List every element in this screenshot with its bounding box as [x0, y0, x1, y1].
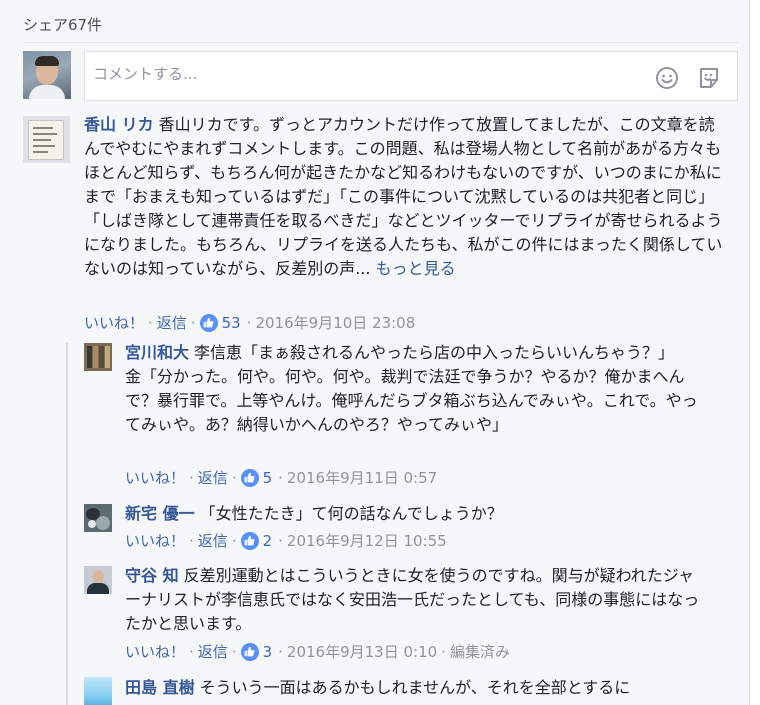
see-more-link[interactable]: もっと見る	[376, 259, 456, 278]
comment-text: 李信恵「まぁ殺されるんやったら店の中入ったらいいんちゃう？」	[194, 343, 675, 362]
comment-author-link[interactable]: 宮川和大	[125, 343, 189, 362]
comment-actions: いいね！ · 返信 · 2 · 2016年9月12日 10:55	[125, 530, 447, 551]
comment-actions: いいね！ · 返信 · 53 · 2016年9月10日 23:08	[84, 312, 416, 333]
comment-timestamp[interactable]: 2016年9月13日 0:10	[287, 641, 437, 662]
comments-panel: シェア67件 香山 リカ香山リカです。ずっとアカウントだけ作って放置してましたが…	[0, 0, 750, 705]
like-link[interactable]: いいね！	[125, 530, 185, 551]
comment: 香山 リカ 香山リカです。ずっとアカウントだけ作って放置してましたが、この文章を読…	[84, 113, 724, 281]
comment-author-link[interactable]: 香山 リカ	[84, 115, 154, 134]
commenter-avatar[interactable]	[84, 566, 112, 594]
commenter-avatar[interactable]	[84, 504, 112, 532]
comment-composer	[84, 51, 738, 101]
comment-actions: いいね！ · 返信 · 5 · 2016年9月11日 0:57	[125, 467, 438, 488]
comment-timestamp[interactable]: 2016年9月12日 10:55	[287, 530, 447, 551]
emoji-icon[interactable]	[655, 66, 679, 90]
reply-link[interactable]: 返信	[198, 641, 228, 662]
share-count-link[interactable]: シェア67件	[23, 14, 102, 35]
comment-text: 「女性たたき」て何の話なんでしょうか？	[199, 504, 503, 523]
reply-thread-line	[66, 343, 68, 705]
commenter-avatar[interactable]	[23, 116, 70, 163]
page-edge	[750, 0, 760, 705]
reply-comment: 田島 直樹 そういう一面はあるかもしれませんが、それを全部とするに	[125, 676, 725, 700]
edited-label[interactable]: 編集済み	[450, 641, 510, 662]
divider	[23, 42, 738, 43]
comment-input[interactable]	[93, 65, 633, 83]
like-count[interactable]: 53	[222, 314, 241, 332]
comment-actions: いいね！ · 返信 · 3 · 2016年9月13日 0:10 · 編集済み	[125, 641, 510, 662]
sticker-icon[interactable]	[697, 66, 721, 90]
reply-comment: 新宅 優一 「女性たたき」て何の話なんでしょうか？	[125, 502, 705, 526]
comment-timestamp[interactable]: 2016年9月10日 23:08	[255, 312, 415, 333]
thumbs-up-icon	[199, 313, 218, 332]
like-link[interactable]: いいね！	[125, 467, 185, 488]
reply-link[interactable]: 返信	[198, 530, 228, 551]
comment-timestamp[interactable]: 2016年9月11日 0:57	[287, 467, 437, 488]
thumbs-up-icon	[240, 468, 259, 487]
reply-link[interactable]: 返信	[198, 467, 228, 488]
like-count[interactable]: 3	[263, 643, 273, 661]
like-link[interactable]: いいね！	[84, 312, 144, 333]
comment-author-link[interactable]: 守谷 知	[125, 566, 179, 585]
comment-text-line-2: 金「分かった。何や。何や。何や。裁判で法廷で争うか？やるか？俺かまへんで？暴行罪…	[125, 367, 698, 434]
like-count[interactable]: 5	[263, 469, 273, 487]
reply-comment: 宮川和大 李信恵「まぁ殺されるんやったら店の中入ったらいいんちゃう？」 金「分かっ…	[125, 341, 705, 437]
thumbs-up-icon	[240, 642, 259, 661]
comment-text: そういう一面はあるかもしれませんが、それを全部とするに	[199, 678, 631, 697]
reply-comment: 守谷 知反差別運動とはこういうときに女を使うのですね。関与が疑われたジャーナリス…	[125, 564, 705, 636]
like-count[interactable]: 2	[263, 532, 273, 550]
reply-link[interactable]: 返信	[157, 312, 187, 333]
commenter-avatar[interactable]	[84, 343, 112, 371]
like-link[interactable]: いいね！	[125, 641, 185, 662]
comment-text: 香山リカです。ずっとアカウントだけ作って放置してましたが、この文章を読んでやむに…	[84, 115, 723, 278]
current-user-avatar[interactable]	[23, 51, 71, 99]
comment-text: 反差別運動とはこういうときに女を使うのですね。関与が疑われたジャーナリストが李信…	[125, 566, 700, 633]
commenter-avatar[interactable]	[84, 677, 112, 705]
comment-author-link[interactable]: 田島 直樹	[125, 678, 195, 697]
comment-author-link[interactable]: 新宅 優一	[125, 504, 195, 523]
thumbs-up-icon	[240, 531, 259, 550]
